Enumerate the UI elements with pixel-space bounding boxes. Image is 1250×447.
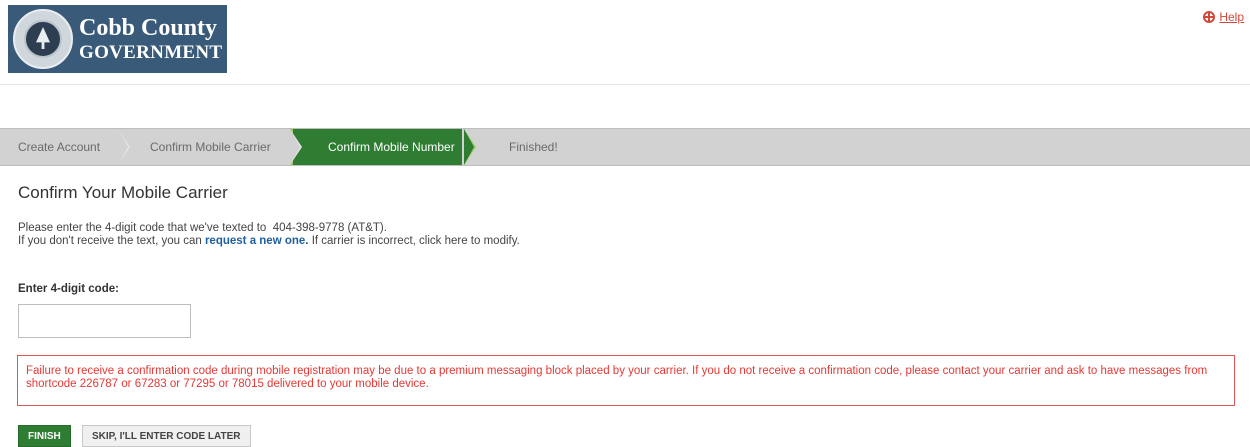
instructions: Please enter the 4-digit code that we've…	[18, 222, 520, 248]
progress-steps: Create Account Confirm Mobile Carrier Co…	[0, 128, 1250, 166]
skip-button[interactable]: SKIP, I'LL ENTER CODE LATER	[82, 425, 251, 447]
page-title: Confirm Your Mobile Carrier	[18, 183, 228, 202]
lifebuoy-icon	[1203, 11, 1216, 23]
instructions-line1: Please enter the 4-digit code that we've…	[18, 222, 520, 235]
logo-line2: GOVERNMENT	[79, 42, 223, 63]
step-confirm-mobile-carrier: Confirm Mobile Carrier	[118, 129, 302, 165]
step-finished: Finished!	[462, 129, 558, 165]
finish-button[interactable]: FINISH	[18, 425, 71, 447]
carrier-name: (AT&T).	[347, 222, 387, 234]
step-label: Finished!	[509, 140, 558, 154]
step-label: Confirm Mobile Carrier	[150, 140, 271, 154]
county-seal-icon	[13, 9, 73, 69]
step-label: Create Account	[18, 140, 101, 154]
intro-prefix: Please enter the 4-digit code that we've…	[18, 222, 267, 234]
code-input[interactable]	[18, 304, 191, 338]
cobb-county-logo[interactable]: Cobb County GOVERNMENT	[8, 5, 227, 73]
warning-message: Failure to receive a confirmation code d…	[17, 355, 1235, 406]
logo-wordmark: Cobb County GOVERNMENT	[79, 16, 222, 62]
step-label: Confirm Mobile Number	[328, 140, 455, 154]
resend-prefix: If you don't receive the text, you can	[18, 235, 202, 247]
header-divider	[0, 84, 1250, 85]
phone-number: 404-398-9778	[272, 222, 345, 234]
step-create-account: Create Account	[0, 129, 130, 165]
code-field-label: Enter 4-digit code:	[18, 283, 119, 295]
request-new-code-link[interactable]: request a new one.	[205, 235, 309, 247]
instructions-line2: If you don't receive the text, you can r…	[18, 235, 520, 248]
modify-carrier-text[interactable]: If carrier is incorrect, click here to m…	[312, 235, 520, 247]
step-confirm-mobile-number: Confirm Mobile Number	[290, 129, 476, 165]
help-link[interactable]: Help	[1203, 10, 1244, 24]
logo-line1: Cobb County	[79, 15, 218, 41]
help-label: Help	[1219, 10, 1244, 24]
